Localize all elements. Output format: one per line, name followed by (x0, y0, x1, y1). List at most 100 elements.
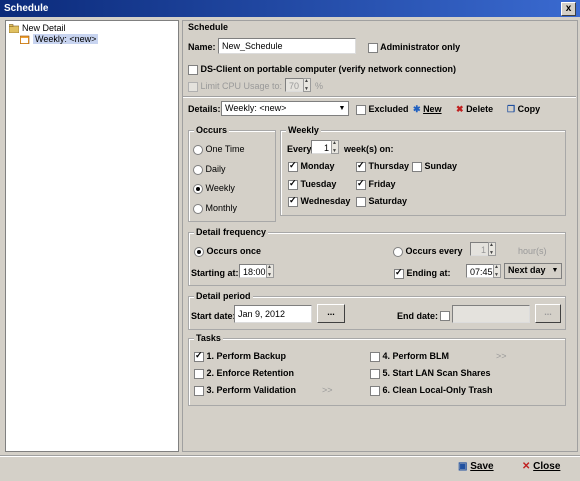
weeks-input[interactable]: 1 (311, 140, 333, 154)
end-date-checkbox[interactable] (440, 310, 450, 321)
friday-label: Friday (368, 179, 396, 189)
admin-only-label: Administrator only (380, 42, 461, 52)
close-button[interactable]: ✕ Close (522, 461, 560, 472)
footer-divider (0, 455, 580, 457)
schedule-header: Schedule (188, 22, 229, 32)
tasks-header: Tasks (194, 333, 223, 343)
tree-item-label: Weekly: <new> (33, 34, 99, 44)
start-date-input[interactable]: Jan 9, 2012 (234, 305, 312, 323)
hours-label: hour(s) (518, 246, 547, 256)
starting-at-label: Starting at: (191, 268, 239, 278)
limit-cpu-spinner (303, 78, 311, 92)
excluded-label: Excluded (368, 104, 409, 114)
occurs-daily-radio[interactable]: Daily (193, 164, 226, 175)
close-x-icon: ✕ (522, 461, 531, 472)
portable-checkbox[interactable]: DS-Client on portable computer (verify n… (188, 64, 456, 75)
end-date-input (452, 305, 530, 323)
start-date-browse-button[interactable]: ... (317, 304, 345, 323)
new-label: New (423, 104, 442, 114)
delete-icon: ✖ (456, 104, 464, 114)
folder-icon (9, 24, 19, 34)
chevron-down-icon: ▼ (551, 267, 559, 274)
ending-at-label: Ending at: (406, 268, 451, 278)
tuesday-checkbox[interactable]: Tuesday (288, 178, 337, 190)
close-label: Close (533, 461, 561, 472)
save-icon: ▣ (458, 461, 468, 472)
new-button[interactable]: ✱ New (413, 104, 442, 115)
name-label: Name: (188, 42, 216, 52)
detail-tree[interactable]: New Detail Weekly: <new> (5, 20, 179, 452)
daily-label: Daily (205, 164, 226, 174)
monthly-label: Monthly (205, 203, 238, 213)
wednesday-label: Wednesday (300, 196, 351, 206)
copy-icon: ❐ (507, 104, 516, 114)
name-input[interactable] (218, 38, 356, 54)
monday-label: Monday (300, 161, 335, 171)
tree-root[interactable]: New Detail (9, 23, 66, 34)
occurs-every-label: Occurs every (405, 246, 463, 256)
chevron-down-icon: ▼ (338, 105, 346, 112)
next-day-select[interactable]: Next day ▼ (504, 263, 562, 279)
ending-at-checkbox[interactable]: Ending at: (394, 267, 451, 279)
period-header: Detail period (194, 291, 253, 301)
details-selected-value: Weekly: <new> (225, 103, 287, 113)
occurs-one-time-radio[interactable]: One Time (193, 144, 245, 155)
friday-checkbox[interactable]: Friday (356, 178, 396, 190)
weeks-spinner[interactable] (331, 140, 339, 154)
thursday-checkbox[interactable]: Thursday (356, 160, 410, 172)
new-icon: ✱ (413, 104, 421, 114)
hours-spinner (488, 242, 496, 256)
portable-label: DS-Client on portable computer (verify n… (200, 64, 457, 74)
tree-item-weekly[interactable]: Weekly: <new> (20, 34, 99, 45)
task-retention-label: 2. Enforce Retention (206, 368, 295, 378)
task-backup-checkbox[interactable]: 1. Perform Backup (194, 350, 286, 362)
one-time-label: One Time (205, 144, 245, 154)
end-time-spinner[interactable] (493, 264, 501, 278)
tuesday-label: Tuesday (300, 179, 337, 189)
copy-button[interactable]: ❐ Copy (507, 104, 540, 115)
task-validation-label: 3. Perform Validation (206, 385, 297, 395)
weeks-on-label: week(s) on: (344, 144, 394, 154)
sunday-checkbox[interactable]: Sunday (412, 161, 457, 172)
save-label: Save (470, 461, 494, 472)
every-label: Every (287, 144, 312, 154)
occurs-header: Occurs (194, 125, 230, 135)
blm-more-button[interactable]: >> (496, 351, 507, 361)
next-day-value: Next day (508, 265, 546, 275)
start-time-input[interactable]: 18:00 (239, 264, 267, 278)
end-time-input[interactable]: 07:45 (466, 264, 494, 278)
occurs-weekly-radio[interactable]: Weekly (193, 183, 235, 194)
saturday-checkbox[interactable]: Saturday (356, 196, 407, 207)
excluded-checkbox[interactable]: Excluded (356, 104, 409, 115)
details-select[interactable]: Weekly: <new> ▼ (221, 101, 349, 116)
task-lan-scan-checkbox[interactable]: 5. Start LAN Scan Shares (370, 368, 491, 379)
task-trash-checkbox[interactable]: 6. Clean Local-Only Trash (370, 385, 493, 396)
task-validation-checkbox[interactable]: 3. Perform Validation (194, 385, 296, 396)
occurs-every-radio[interactable]: Occurs every (393, 246, 463, 257)
start-time-spinner[interactable] (266, 264, 274, 278)
save-button[interactable]: ▣ Save (458, 461, 494, 472)
occurs-once-radio[interactable]: Occurs once (194, 246, 261, 257)
schedule-icon (20, 35, 30, 45)
validation-more-button[interactable]: >> (322, 385, 333, 395)
task-blm-checkbox[interactable]: 4. Perform BLM (370, 351, 449, 362)
occurs-monthly-radio[interactable]: Monthly (193, 203, 237, 214)
hours-input: 1 (470, 242, 490, 256)
thursday-label: Thursday (368, 161, 410, 171)
window-title-bar: Schedule x (0, 0, 580, 17)
limit-cpu-checkbox: Limit CPU Usage to: (188, 81, 282, 92)
close-icon[interactable]: x (561, 2, 576, 16)
admin-only-checkbox[interactable]: Administrator only (368, 42, 460, 53)
weekly-label: Weekly (205, 183, 235, 193)
tree-root-label: New Detail (22, 23, 66, 33)
limit-cpu-label: Limit CPU Usage to: (200, 81, 283, 91)
occurs-once-label: Occurs once (206, 246, 262, 256)
task-trash-label: 6. Clean Local-Only Trash (382, 385, 493, 395)
monday-checkbox[interactable]: Monday (288, 160, 335, 172)
task-retention-checkbox[interactable]: 2. Enforce Retention (194, 368, 294, 379)
delete-button[interactable]: ✖ Delete (456, 104, 493, 115)
delete-label: Delete (466, 104, 494, 114)
copy-label: Copy (517, 104, 541, 114)
divider (183, 96, 576, 98)
wednesday-checkbox[interactable]: Wednesday (288, 195, 351, 207)
